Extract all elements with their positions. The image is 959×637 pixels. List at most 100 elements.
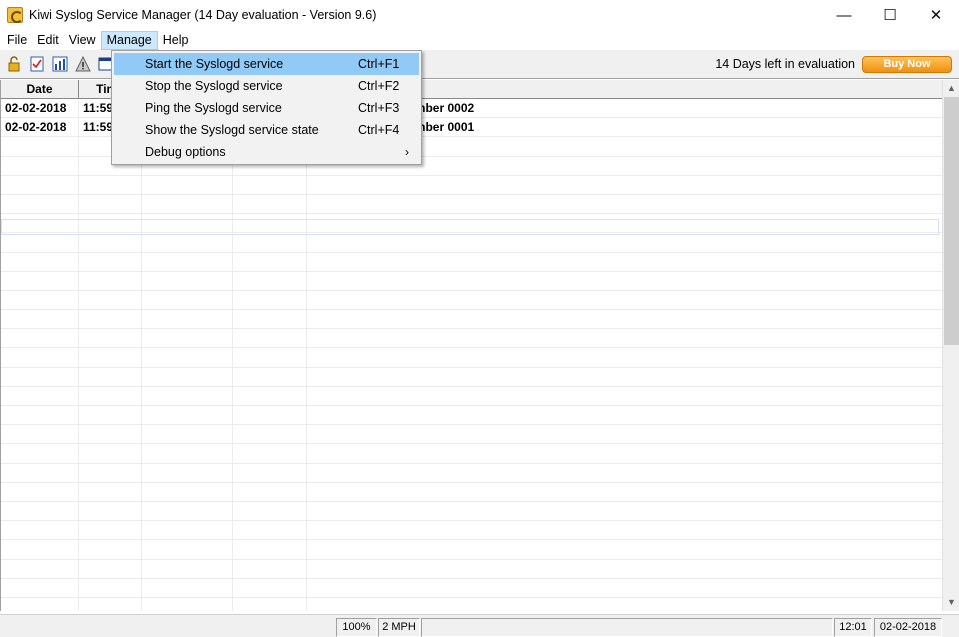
table-cell-col4 [233, 348, 307, 367]
table-row[interactable] [1, 367, 943, 387]
warning-icon[interactable] [74, 55, 92, 73]
table-cell-time [79, 252, 142, 271]
vertical-scrollbar[interactable]: ▲ ▼ [942, 80, 959, 611]
table-cell-message [307, 444, 943, 462]
table-cell-message [307, 195, 943, 213]
table-cell-message [307, 464, 943, 482]
table-cell-col3 [142, 540, 233, 559]
table-cell-message [307, 540, 943, 558]
table-cell-date [1, 444, 79, 463]
table-row[interactable] [1, 310, 943, 330]
table-row[interactable] [1, 425, 943, 445]
table-row[interactable] [1, 386, 943, 406]
menu-item-debug-options[interactable]: Debug options › [114, 141, 419, 163]
table-cell-col3 [142, 252, 233, 271]
table-row[interactable] [1, 194, 943, 215]
menu-item-show-service-state[interactable]: Show the Syslogd service state Ctrl+F4 [114, 119, 419, 141]
table-cell-col4 [233, 406, 307, 425]
table-cell-date [1, 348, 79, 367]
table-cell-message [307, 579, 943, 597]
table-cell-date [1, 367, 79, 386]
menu-item-shortcut: Ctrl+F3 [358, 101, 400, 115]
table-row[interactable] [1, 463, 943, 483]
table-row[interactable] [1, 271, 943, 291]
window-title: Kiwi Syslog Service Manager (14 Day eval… [29, 8, 377, 22]
table-row[interactable] [1, 521, 943, 541]
table-cell-col3 [142, 463, 233, 482]
table-row[interactable] [1, 559, 943, 579]
table-row[interactable] [1, 329, 943, 349]
table-cell-col3 [142, 367, 233, 386]
table-cell-time [79, 290, 142, 310]
table-row[interactable] [1, 597, 943, 611]
table-row[interactable] [1, 406, 943, 426]
table-row[interactable] [1, 348, 943, 368]
table-cell-col3 [142, 233, 233, 252]
table-row[interactable] [1, 233, 943, 253]
table-cell-date [1, 406, 79, 425]
table-cell-message [307, 368, 943, 386]
close-button[interactable]: ✕ [913, 0, 959, 30]
table-cell-time [79, 406, 142, 425]
buy-now-button[interactable]: Buy Now [862, 56, 952, 73]
table-cell-col3 [142, 310, 233, 329]
menu-manage[interactable]: Manage [100, 30, 158, 50]
table-cell-time [79, 194, 142, 214]
status-empty-panel [421, 618, 833, 637]
table-row[interactable] [1, 175, 943, 195]
column-header-date[interactable]: Date [1, 80, 79, 99]
status-date: 02-02-2018 [874, 618, 942, 637]
table-row[interactable] [1, 290, 943, 311]
table-row[interactable] [1, 540, 943, 560]
menu-help[interactable]: Help [158, 31, 194, 50]
table-cell-date [1, 482, 79, 501]
table-cell-date [1, 252, 79, 271]
table-row[interactable] [1, 444, 943, 464]
table-cell-col4 [233, 233, 307, 252]
table-cell-col3 [142, 444, 233, 463]
table-row[interactable] [1, 252, 943, 272]
table-cell-message [307, 387, 943, 405]
menu-view[interactable]: View [64, 31, 101, 50]
table-cell-col4 [233, 501, 307, 521]
minimize-button[interactable]: — [821, 0, 867, 30]
table-cell-col3 [142, 597, 233, 611]
table-cell-col4 [233, 463, 307, 482]
table-cell-time [79, 463, 142, 482]
maximize-button[interactable]: ☐ [867, 0, 913, 30]
table-row[interactable] [1, 578, 943, 598]
menu-file[interactable]: File [2, 31, 32, 50]
table-cell-col4 [233, 425, 307, 444]
lock-icon[interactable] [5, 55, 23, 73]
table-cell-time [79, 578, 142, 597]
table-cell-date [1, 175, 79, 194]
table-cell-message [307, 329, 943, 347]
table-cell-message [307, 598, 943, 611]
menu-item-label: Start the Syslogd service [145, 57, 284, 71]
status-rate: 2 MPH [378, 618, 420, 637]
menu-item-start-service[interactable]: Start the Syslogd service Ctrl+F1 [114, 53, 419, 75]
table-row[interactable] [1, 501, 943, 522]
scroll-down-arrow-icon[interactable]: ▼ [943, 594, 959, 611]
title-bar: Kiwi Syslog Service Manager (14 Day eval… [0, 0, 959, 30]
grid-body: 02-02-201811:59- Test message number 000… [1, 99, 943, 611]
table-cell-date: 02-02-2018 [1, 118, 79, 137]
table-cell-col3 [142, 406, 233, 425]
table-cell-message [307, 406, 943, 424]
menu-item-ping-service[interactable]: Ping the Syslogd service Ctrl+F3 [114, 97, 419, 119]
menu-edit[interactable]: Edit [32, 31, 64, 50]
table-cell-col3 [142, 290, 233, 310]
table-cell-time [79, 310, 142, 329]
table-row[interactable] [1, 482, 943, 502]
table-cell-time [79, 367, 142, 386]
table-cell-time [79, 233, 142, 252]
checklist-icon[interactable] [28, 55, 46, 73]
chart-icon[interactable] [51, 55, 69, 73]
table-cell-date [1, 521, 79, 540]
scroll-thumb[interactable] [944, 97, 959, 345]
table-cell-time [79, 444, 142, 463]
table-cell-message [307, 233, 943, 251]
menu-item-stop-service[interactable]: Stop the Syslogd service Ctrl+F2 [114, 75, 419, 97]
table-cell-col3 [142, 194, 233, 214]
scroll-up-arrow-icon[interactable]: ▲ [943, 80, 959, 97]
